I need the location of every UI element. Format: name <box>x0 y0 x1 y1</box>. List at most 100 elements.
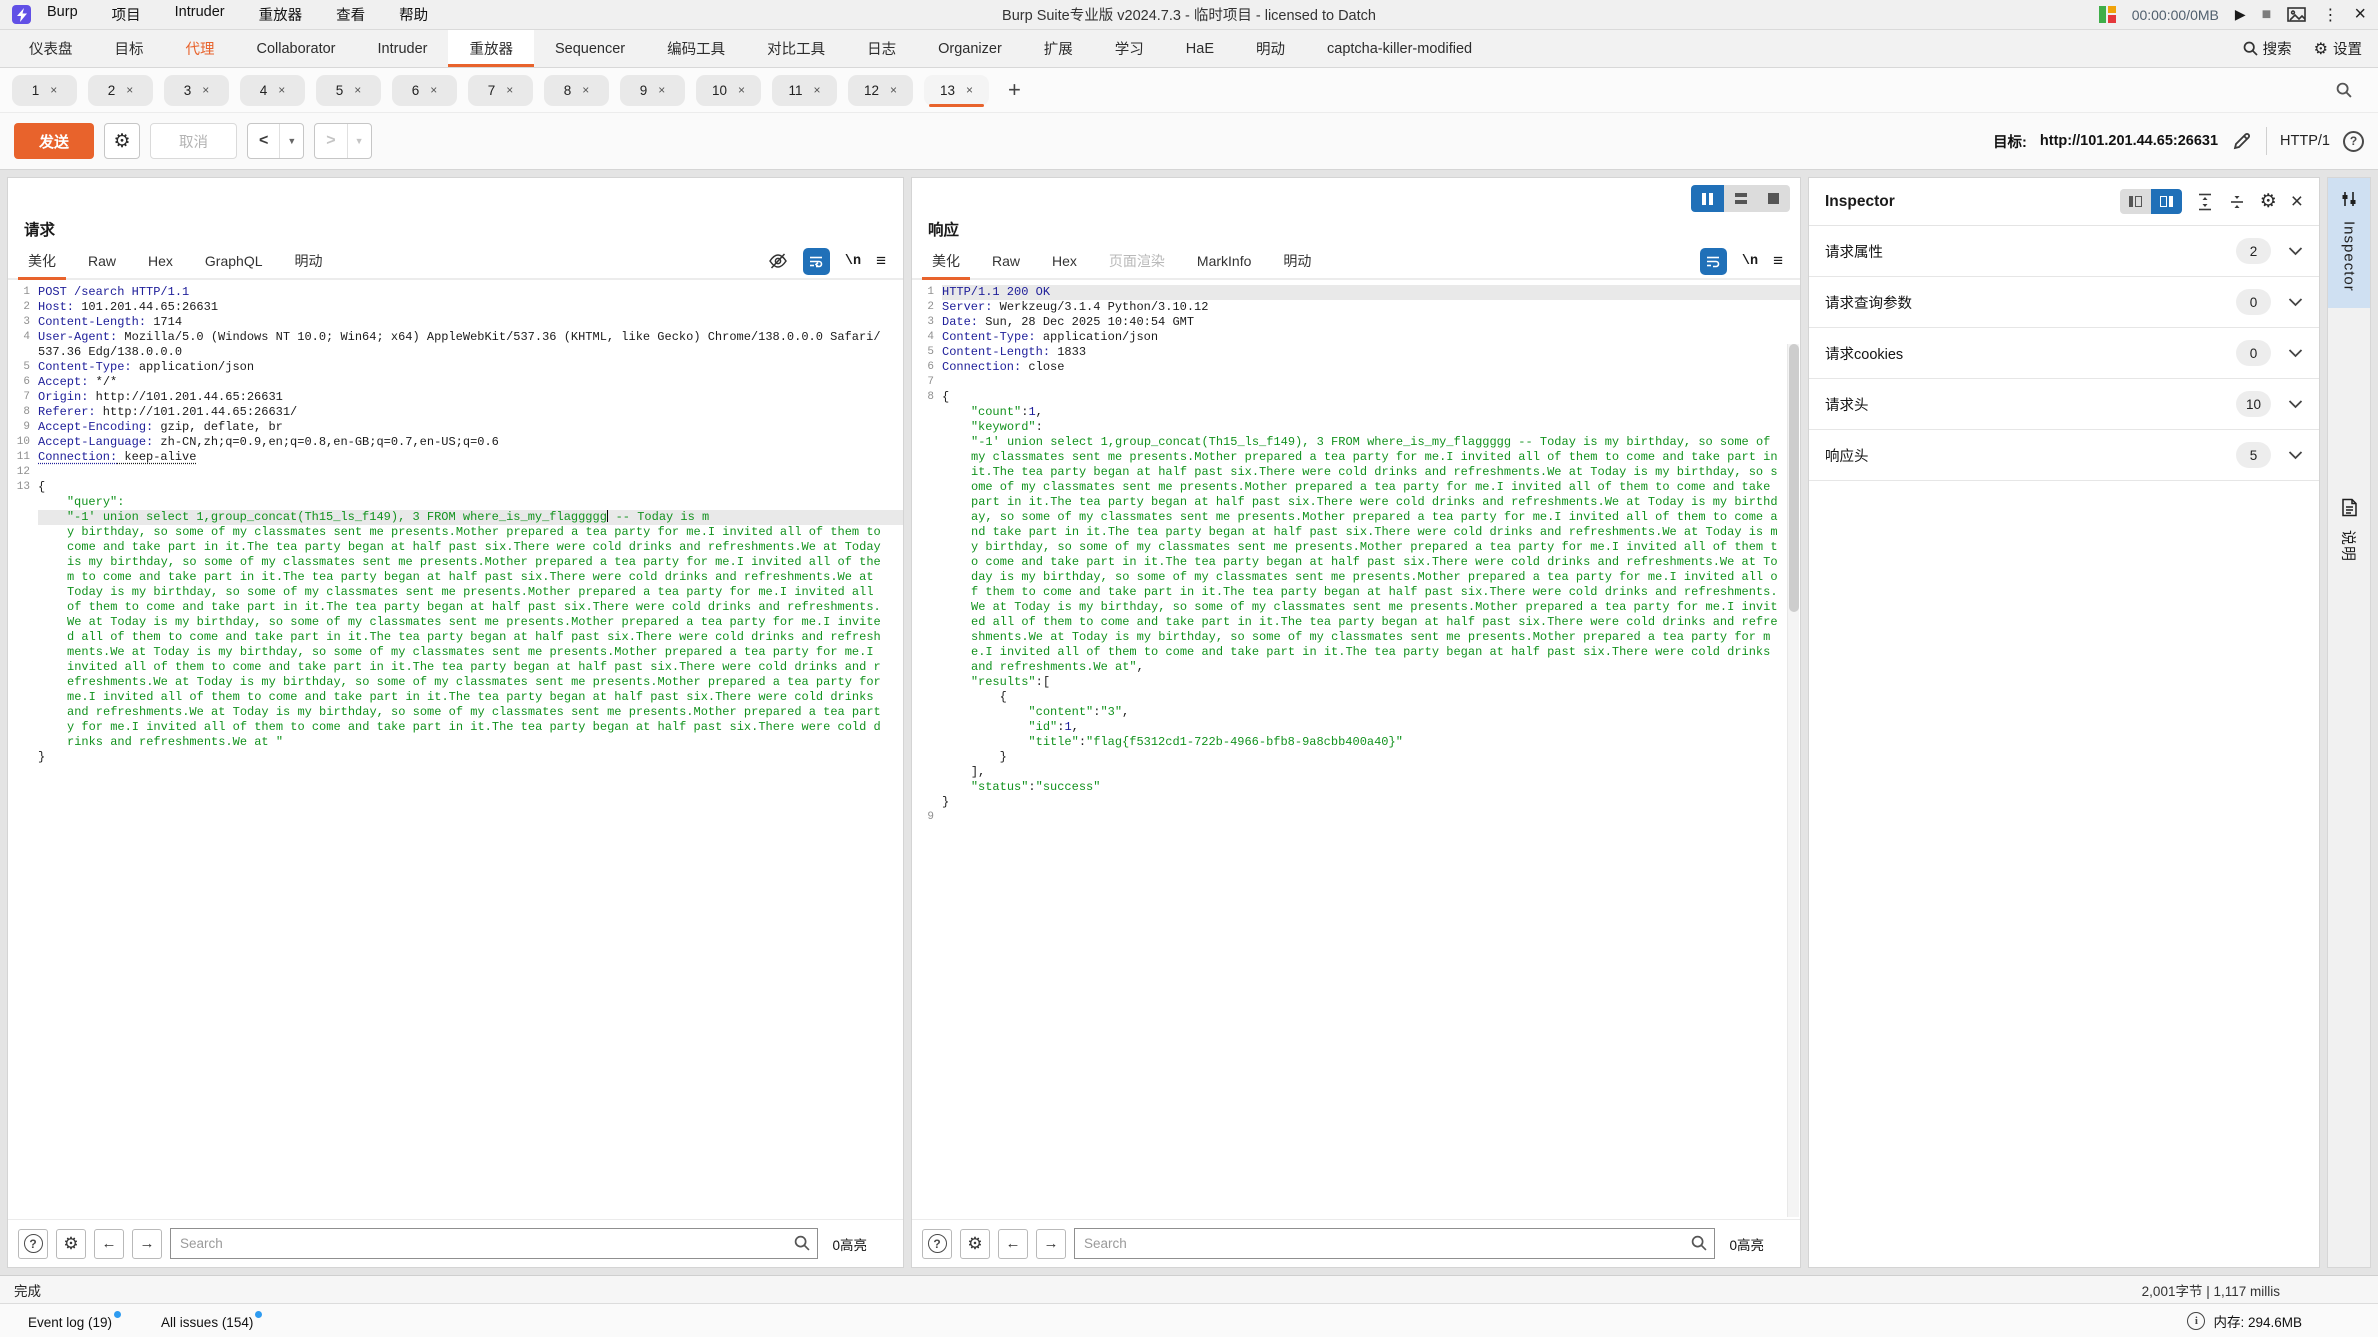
repeater-tab-8[interactable]: 8× <box>544 75 609 106</box>
main-tab-comparer[interactable]: 对比工具 <box>746 30 846 67</box>
edit-target-icon[interactable] <box>2231 130 2253 152</box>
word-wrap-icon[interactable] <box>803 248 830 275</box>
menu-help[interactable]: 帮助 <box>399 4 428 25</box>
search-next-button[interactable]: → <box>132 1229 162 1259</box>
search-help-button[interactable]: ? <box>18 1229 48 1259</box>
close-tab-icon[interactable]: × <box>966 83 973 97</box>
response-search-input[interactable] <box>1074 1228 1715 1259</box>
event-log-button[interactable]: Event log (19) <box>28 1311 121 1330</box>
response-view-tab-0[interactable]: 美化 <box>916 244 976 278</box>
main-tab-dashboard[interactable]: 仪表盘 <box>8 30 94 67</box>
close-tab-icon[interactable]: × <box>278 83 285 97</box>
history-forward-button[interactable]: > ▼ <box>314 123 371 159</box>
side-tab-notes[interactable]: 说明 <box>2328 486 2370 578</box>
menu-view[interactable]: 查看 <box>336 4 365 25</box>
scrollbar-thumb[interactable] <box>1789 344 1799 612</box>
main-tab-proxy[interactable]: 代理 <box>165 30 236 67</box>
layout-rows-button[interactable] <box>1724 185 1757 212</box>
response-view-tab-5[interactable]: 明动 <box>1267 244 1327 278</box>
main-tab-hae[interactable]: HaE <box>1165 30 1235 67</box>
request-view-tab-3[interactable]: GraphQL <box>189 244 279 278</box>
kebab-menu-icon[interactable]: ⋮ <box>2322 5 2338 25</box>
request-search-input[interactable] <box>170 1228 818 1259</box>
repeater-tab-search-icon[interactable] <box>2336 82 2366 98</box>
chevron-down-icon[interactable] <box>2288 399 2303 409</box>
global-settings[interactable]: ⚙ 设置 <box>2314 38 2362 59</box>
hide-headers-icon[interactable] <box>768 252 788 270</box>
global-search[interactable]: 搜索 <box>2243 38 2292 59</box>
request-view-tab-1[interactable]: Raw <box>72 244 132 278</box>
request-view-tab-2[interactable]: Hex <box>132 244 189 278</box>
back-dropdown[interactable]: ▼ <box>279 124 303 158</box>
response-view-tab-2[interactable]: Hex <box>1036 244 1093 278</box>
editor-menu-icon[interactable]: ≡ <box>876 251 886 271</box>
repeater-tab-12[interactable]: 12× <box>848 75 913 106</box>
info-icon[interactable]: i <box>2187 1312 2205 1330</box>
send-settings-button[interactable]: ⚙ <box>104 123 140 159</box>
inspector-section-3[interactable]: 请求头10 <box>1809 379 2319 430</box>
repeater-tab-13[interactable]: 13× <box>924 75 989 106</box>
close-tab-icon[interactable]: × <box>50 83 57 97</box>
close-tab-icon[interactable]: × <box>354 83 361 97</box>
response-view-tab-4[interactable]: MarkInfo <box>1181 244 1267 278</box>
stop-icon[interactable]: ■ <box>2262 6 2272 24</box>
close-window-icon[interactable]: × <box>2354 3 2366 26</box>
response-view-tab-3[interactable]: 页面渲染 <box>1093 244 1181 278</box>
inspector-section-1[interactable]: 请求查询参数0 <box>1809 277 2319 328</box>
inspector-section-4[interactable]: 响应头5 <box>1809 430 2319 481</box>
main-tab-decoder[interactable]: 编码工具 <box>646 30 746 67</box>
repeater-tab-7[interactable]: 7× <box>468 75 533 106</box>
main-tab-learn[interactable]: 学习 <box>1094 30 1165 67</box>
repeater-tab-10[interactable]: 10× <box>696 75 761 106</box>
word-wrap-icon[interactable] <box>1700 248 1727 275</box>
search-icon[interactable] <box>1691 1235 1707 1251</box>
menu-repeater[interactable]: 重放器 <box>259 4 303 25</box>
main-tab-intruder[interactable]: Intruder <box>357 30 449 67</box>
repeater-tab-2[interactable]: 2× <box>88 75 153 106</box>
repeater-tab-1[interactable]: 1× <box>12 75 77 106</box>
repeater-tab-6[interactable]: 6× <box>392 75 457 106</box>
search-prev-button[interactable]: ← <box>998 1229 1028 1259</box>
repeater-tab-11[interactable]: 11× <box>772 75 837 106</box>
menu-intruder[interactable]: Intruder <box>175 4 225 25</box>
chevron-down-icon[interactable] <box>2288 450 2303 460</box>
search-next-button[interactable]: → <box>1036 1229 1066 1259</box>
play-icon[interactable]: ▶ <box>2235 6 2246 23</box>
close-tab-icon[interactable]: × <box>814 83 821 97</box>
close-tab-icon[interactable]: × <box>890 83 897 97</box>
response-scrollbar[interactable] <box>1787 344 1799 1217</box>
main-tab-collaborator[interactable]: Collaborator <box>236 30 357 67</box>
dock-left-button[interactable] <box>2120 189 2151 214</box>
request-editor[interactable]: 1POST /search HTTP/1.12Host: 101.201.44.… <box>8 280 903 1219</box>
close-tab-icon[interactable]: × <box>738 83 745 97</box>
response-editor[interactable]: 1HTTP/1.1 200 OK2Server: Werkzeug/3.1.4 … <box>912 280 1800 1219</box>
chevron-down-icon[interactable] <box>2288 348 2303 358</box>
chevron-down-icon[interactable] <box>2288 246 2303 256</box>
main-tab-mingdong[interactable]: 明动 <box>1235 30 1306 67</box>
cancel-button[interactable]: 取消 <box>150 123 237 159</box>
close-tab-icon[interactable]: × <box>658 83 665 97</box>
show-newlines-icon[interactable]: \n <box>845 254 861 269</box>
search-settings-button[interactable]: ⚙ <box>960 1229 990 1259</box>
main-tab-logger[interactable]: 日志 <box>846 30 917 67</box>
collapse-all-icon[interactable] <box>2228 193 2246 211</box>
side-tab-inspector[interactable]: Inspector <box>2328 178 2370 308</box>
screenshot-icon[interactable] <box>2287 7 2306 22</box>
search-settings-button[interactable]: ⚙ <box>56 1229 86 1259</box>
menu-project[interactable]: 项目 <box>112 4 141 25</box>
main-tab-extensions[interactable]: 扩展 <box>1023 30 1094 67</box>
request-view-tab-0[interactable]: 美化 <box>12 244 72 278</box>
new-repeater-tab-button[interactable]: + <box>1000 77 1029 103</box>
history-back-button[interactable]: < ▼ <box>247 123 304 159</box>
repeater-tab-9[interactable]: 9× <box>620 75 685 106</box>
search-icon[interactable] <box>794 1235 810 1251</box>
close-tab-icon[interactable]: × <box>202 83 209 97</box>
menu-burp[interactable]: Burp <box>47 4 78 25</box>
expand-all-icon[interactable] <box>2196 193 2214 211</box>
close-tab-icon[interactable]: × <box>126 83 133 97</box>
close-inspector-icon[interactable]: × <box>2291 191 2303 212</box>
search-help-button[interactable]: ? <box>922 1229 952 1259</box>
repeater-tab-3[interactable]: 3× <box>164 75 229 106</box>
http-version-selector[interactable]: HTTP/1 <box>2280 133 2330 149</box>
send-button[interactable]: 发送 <box>14 123 94 159</box>
